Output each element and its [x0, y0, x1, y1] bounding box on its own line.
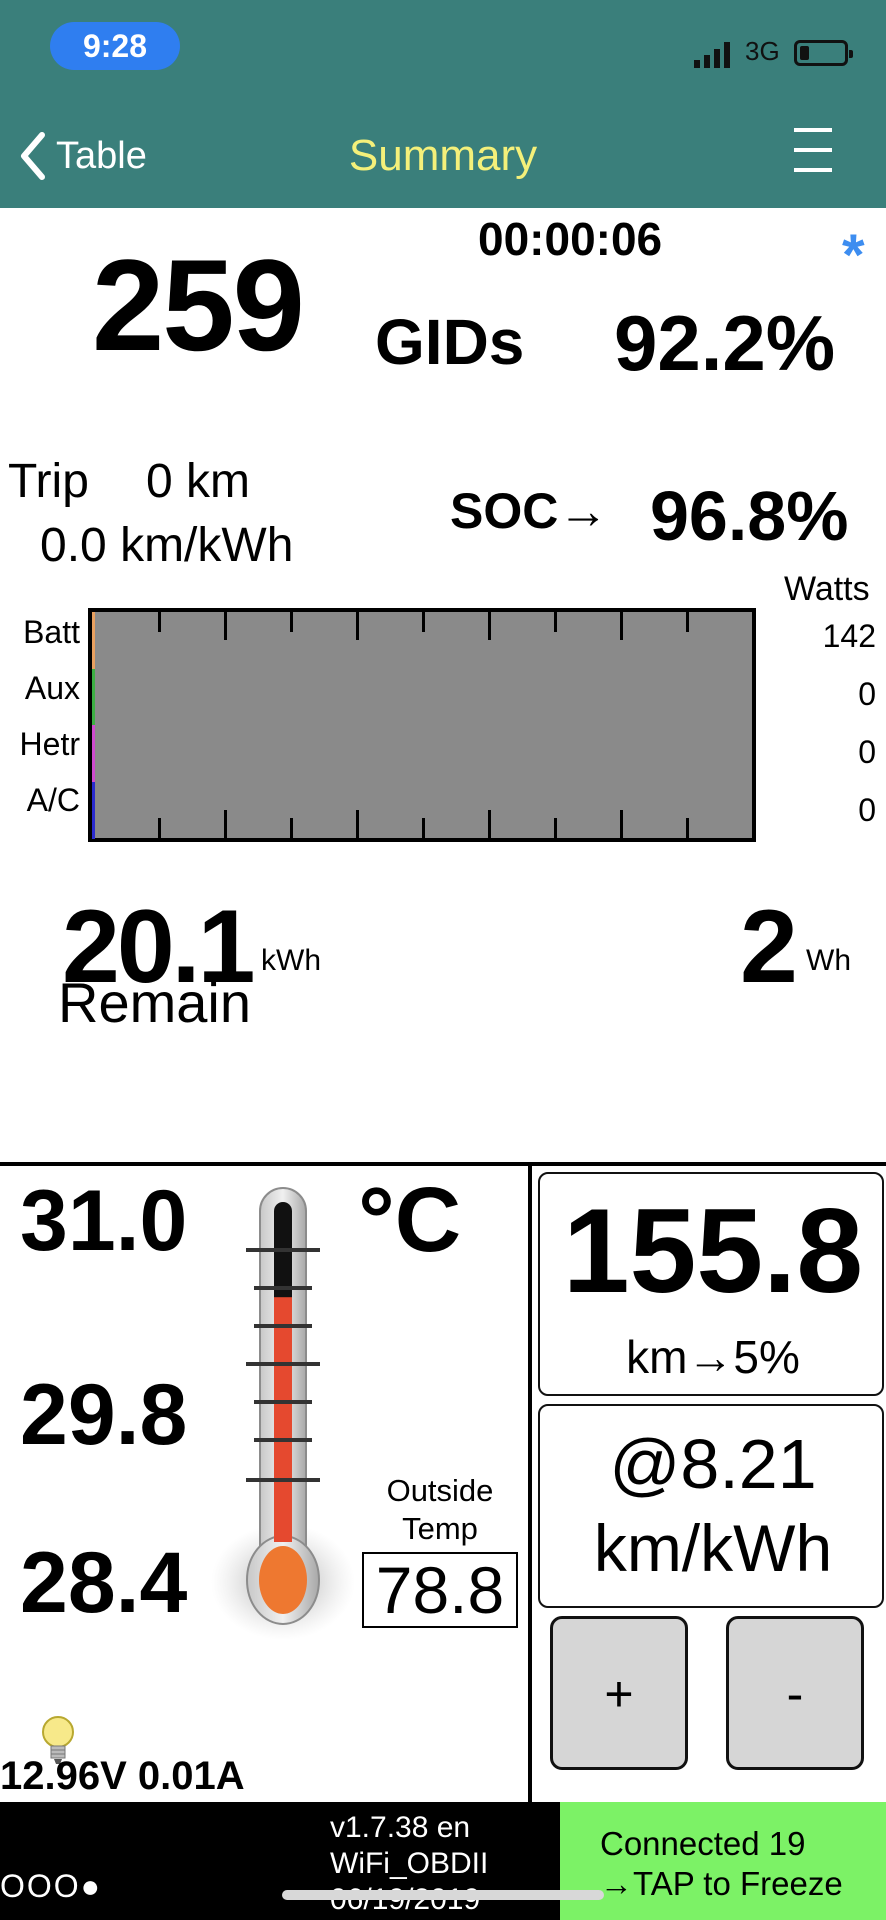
- back-button[interactable]: Table: [18, 128, 147, 184]
- bar-graph-tick: [488, 612, 491, 640]
- power-bar-batt: [92, 612, 95, 669]
- gids-label: GIDs: [375, 306, 525, 378]
- temp-unit: °C: [358, 1169, 462, 1271]
- connection-status-button[interactable]: Connected 19 →TAP to Freeze: [560, 1802, 886, 1920]
- temp-mid: 29.8: [20, 1367, 188, 1463]
- bar-graph-tick: [290, 818, 293, 838]
- gids-percent: 92.2%: [614, 299, 836, 387]
- increase-button[interactable]: +: [550, 1616, 688, 1770]
- bar-label-batt: Batt: [23, 614, 80, 650]
- menu-button[interactable]: [794, 126, 832, 176]
- bar-label-hetr: Hetr: [19, 726, 80, 762]
- bar-graph-tick: [356, 810, 359, 838]
- power-bar-aux: [92, 669, 95, 726]
- voltage-current-readout: 12.96V 0.01A: [0, 1754, 245, 1798]
- elapsed-timer: 00:00:06: [478, 213, 663, 265]
- power-bar-hetr: [92, 725, 95, 782]
- trip-efficiency: 0.0 km/kWh: [40, 519, 294, 572]
- remaining-energy-label: Remain: [58, 971, 251, 1034]
- bar-graph-tick: [356, 612, 359, 640]
- bar-graph-tick: [290, 612, 293, 632]
- efficiency-unit: km/kWh: [593, 1511, 833, 1585]
- range-value: 155.8: [562, 1184, 864, 1318]
- used-energy-unit: Wh: [806, 944, 851, 977]
- watts-aux: 0: [858, 676, 876, 712]
- bar-graph-tick: [224, 612, 227, 640]
- decrease-button[interactable]: -: [726, 1616, 864, 1770]
- soc-value: 96.8%: [650, 477, 849, 555]
- watts-batt: 142: [822, 618, 876, 654]
- network-type: 3G: [745, 36, 780, 66]
- gids-value: 259: [92, 232, 305, 378]
- divider: [528, 1166, 532, 1802]
- remaining-energy-unit: kWh: [261, 944, 321, 977]
- back-button-label: Table: [56, 134, 147, 177]
- used-energy-value: 2: [740, 889, 798, 1005]
- page-indicator[interactable]: OOO●: [0, 1868, 102, 1905]
- bar-graph-tick: [422, 818, 425, 838]
- signal-icon: [694, 42, 730, 68]
- bar-graph-tick: [158, 612, 161, 632]
- power-bar-graph: [88, 608, 756, 842]
- bar-label-ac: A/C: [26, 782, 80, 818]
- bar-graph-tick: [488, 810, 491, 838]
- status-time: 9:28: [50, 22, 180, 70]
- watts-ac: 0: [858, 792, 876, 828]
- bar-graph-tick: [620, 612, 623, 640]
- battery-icon: [794, 40, 853, 66]
- bar-label-aux: Aux: [24, 670, 80, 706]
- bar-graph-tick: [686, 612, 689, 632]
- range-unit: km→5%: [626, 1331, 800, 1383]
- outside-temp-label: Outside Temp: [386, 1473, 494, 1546]
- bar-graph-tick: [686, 818, 689, 838]
- bar-graph-tick: [224, 810, 227, 838]
- version-info: v1.7.38 en WiFi_OBDII 06/19/2019: [330, 1811, 489, 1916]
- thermometer-icon: [211, 1187, 355, 1640]
- temp-low: 28.4: [20, 1535, 188, 1631]
- bar-graph-tick: [158, 818, 161, 838]
- temp-high: 31.0: [20, 1173, 188, 1269]
- efficiency-value: @8.21: [609, 1425, 817, 1503]
- outside-temp-value: 78.8: [362, 1552, 518, 1628]
- chevron-left-icon: [21, 132, 45, 180]
- bar-graph-tick: [554, 818, 557, 838]
- bar-graph-tick: [620, 810, 623, 838]
- power-bar-ac: [92, 782, 95, 839]
- watts-label: Watts: [784, 570, 870, 608]
- bar-graph-tick: [422, 612, 425, 632]
- asterisk-indicator[interactable]: *: [842, 222, 865, 289]
- trip-label: Trip: [8, 455, 89, 508]
- efficiency-panel[interactable]: @8.21 km/kWh: [538, 1404, 884, 1608]
- home-indicator[interactable]: [282, 1890, 604, 1900]
- soc-label: SOC→: [450, 483, 609, 539]
- watts-hetr: 0: [858, 734, 876, 770]
- bar-graph-tick: [554, 612, 557, 632]
- range-panel[interactable]: 155.8 km→5%: [538, 1172, 884, 1396]
- divider: [0, 1162, 886, 1166]
- trip-distance: 0 km: [146, 455, 251, 508]
